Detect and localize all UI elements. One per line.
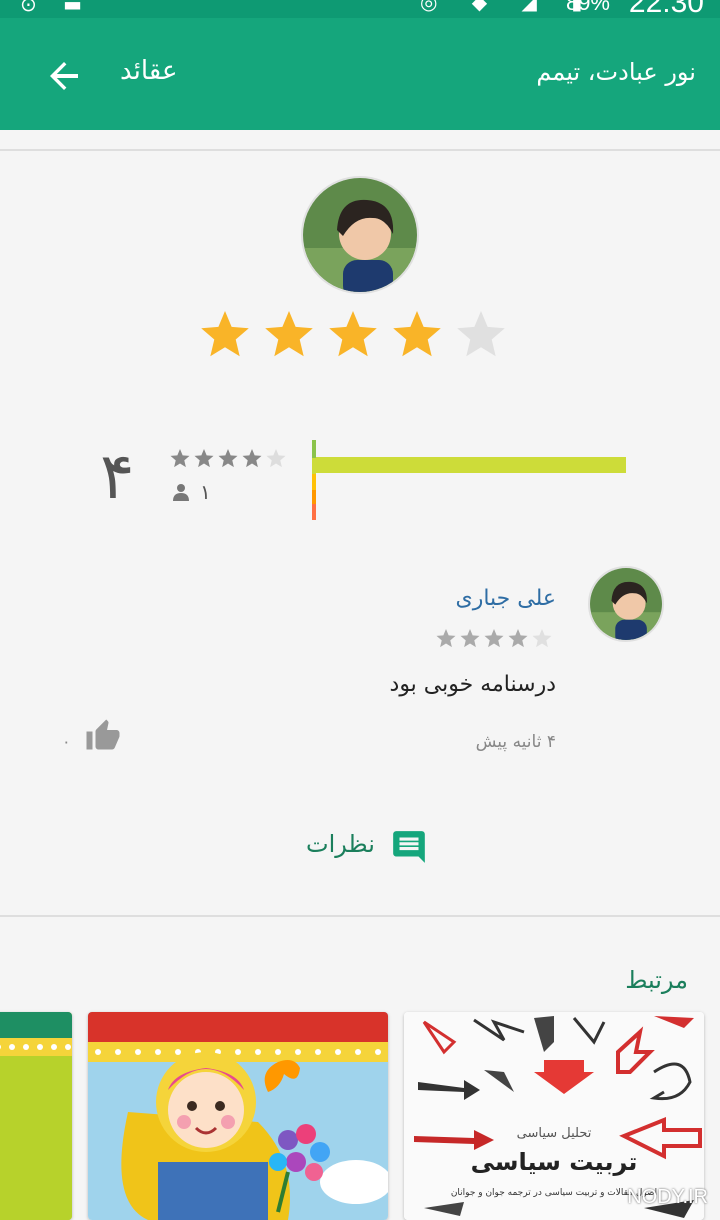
user-avatar	[301, 176, 419, 294]
app-bar: عقائد نور عبادت، تیمم	[0, 18, 720, 130]
comments-button[interactable]: نظرات	[300, 826, 434, 866]
star-filled-icon	[242, 449, 262, 468]
star-filled-icon	[265, 311, 313, 357]
star-empty-icon	[266, 449, 286, 468]
like-button[interactable]	[84, 718, 122, 754]
related-item-card[interactable]	[0, 1012, 72, 1220]
average-stars	[170, 448, 290, 472]
reviewer-avatar	[588, 566, 664, 642]
clock: 22:30	[628, 0, 704, 18]
related-book-title: تربیت سیاسی	[470, 1148, 638, 1176]
person-icon	[173, 484, 189, 501]
back-button[interactable]	[40, 52, 88, 100]
star-filled-icon	[170, 449, 190, 468]
star-empty-icon	[457, 311, 505, 357]
related-book-subtitle: تحلیل سیاسی	[516, 1126, 592, 1141]
comment-icon	[393, 831, 425, 863]
arrow-back-icon	[50, 62, 78, 90]
star-filled-icon	[218, 449, 238, 468]
watermark: NODY.IR	[627, 1186, 708, 1208]
page-subtitle: نور عبادت، تیمم	[536, 58, 696, 86]
review-time: ۴ ثانیه پیش	[475, 732, 556, 752]
big-rating-stars[interactable]	[200, 310, 520, 374]
rating-count-value: ۱	[200, 480, 211, 504]
star-filled-icon	[329, 311, 377, 357]
review-stars	[436, 628, 556, 652]
average-score: ۴	[100, 440, 135, 514]
page-title: عقائد	[120, 56, 178, 86]
star-filled-icon	[393, 311, 441, 357]
star-filled-icon	[508, 629, 528, 648]
rating-bar-4-stars	[316, 457, 626, 473]
star-empty-icon	[532, 629, 552, 648]
rating-count: ۱	[172, 480, 211, 504]
related-item-card[interactable]	[88, 1012, 388, 1220]
thumb-up-icon	[86, 719, 120, 750]
star-filled-icon	[460, 629, 480, 648]
related-section-title: مرتبط	[625, 966, 688, 994]
divider	[0, 149, 720, 151]
star-filled-icon	[484, 629, 504, 648]
like-count: ۰	[62, 732, 71, 751]
star-filled-icon	[436, 629, 456, 648]
reviewer-name[interactable]: علی جباری	[455, 586, 556, 611]
status-bar: ⊙ ▬ ◎ ◆ ◢ ▮ 89% 22:30	[0, 0, 720, 18]
comments-button-label: نظرات	[306, 830, 375, 858]
rating-histogram-axis	[312, 440, 316, 520]
notification-icons: ⊙ ▬	[20, 0, 93, 16]
review-text: درسنامه خوبی بود	[389, 672, 556, 697]
divider	[0, 915, 720, 917]
star-filled-icon	[201, 311, 249, 357]
star-filled-icon	[194, 449, 214, 468]
battery-text: 89%	[565, 0, 610, 15]
